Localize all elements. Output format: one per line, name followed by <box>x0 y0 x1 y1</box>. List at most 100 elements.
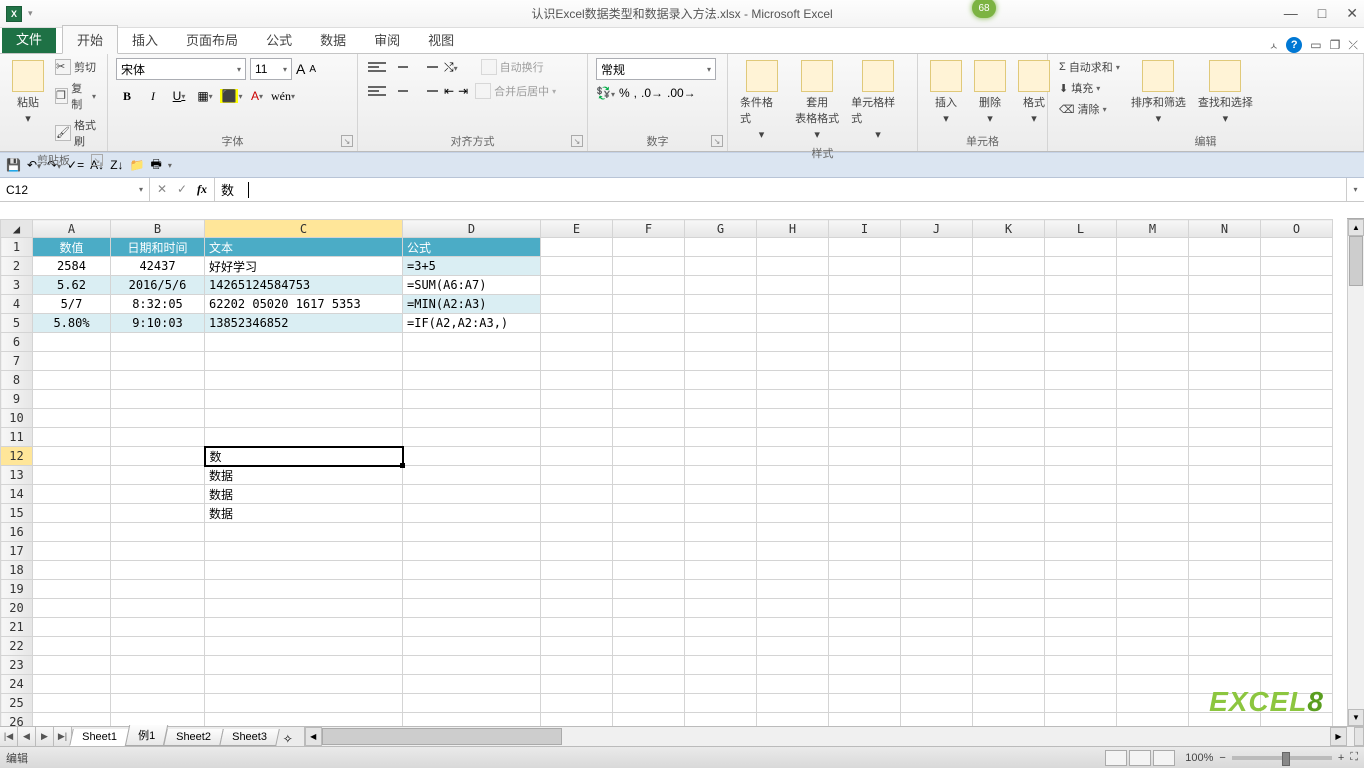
minimize-button[interactable]: — <box>1284 5 1298 22</box>
sheet-tab-4[interactable]: Sheet3 <box>219 729 279 746</box>
sheet-tab-1[interactable]: Sheet1 <box>69 729 129 746</box>
row-header[interactable]: 8 <box>1 371 33 390</box>
copy-button[interactable]: ❐复制▾ <box>52 79 99 113</box>
row-header[interactable]: 6 <box>1 333 33 352</box>
col-header-N[interactable]: N <box>1189 220 1261 238</box>
col-header-E[interactable]: E <box>541 220 613 238</box>
col-header-K[interactable]: K <box>973 220 1045 238</box>
col-header-I[interactable]: I <box>829 220 901 238</box>
col-header-A[interactable]: A <box>33 220 111 238</box>
sheet-nav-prev[interactable]: ◀ <box>18 727 36 746</box>
sort-desc-icon[interactable]: Z↓ <box>110 158 123 172</box>
app-icon[interactable]: X <box>6 6 22 22</box>
view-page-break-button[interactable] <box>1153 750 1175 766</box>
scroll-right-icon[interactable]: ▶ <box>1330 727 1347 746</box>
col-header-J[interactable]: J <box>901 220 973 238</box>
col-header-B[interactable]: B <box>111 220 205 238</box>
cancel-edit-icon[interactable]: ✕ <box>154 182 170 197</box>
merge-center-button[interactable]: 合并后居中▾ <box>472 82 559 100</box>
format-painter-button[interactable]: 🖌格式刷 <box>52 116 99 150</box>
qat-customize-icon[interactable]: ▾ <box>168 161 172 170</box>
row-header[interactable]: 3 <box>1 276 33 295</box>
scroll-left-icon[interactable]: ◀ <box>305 727 322 746</box>
minimize-ribbon-icon[interactable]: ㅅ <box>1269 38 1278 53</box>
row-header[interactable]: 18 <box>1 561 33 580</box>
orientation-button[interactable]: ⤭▾ <box>444 60 458 75</box>
zoom-in-button[interactable]: + <box>1338 752 1344 764</box>
format-as-table-button[interactable]: 套用 表格格式▾ <box>791 58 843 143</box>
align-top-button[interactable] <box>366 58 388 76</box>
col-header-F[interactable]: F <box>613 220 685 238</box>
cell[interactable]: =MIN(A2:A3) <box>403 295 541 314</box>
row-header[interactable]: 22 <box>1 637 33 656</box>
cell[interactable]: 42437 <box>111 257 205 276</box>
view-page-layout-button[interactable] <box>1129 750 1151 766</box>
tab-split-handle[interactable] <box>1354 727 1364 746</box>
sheet-nav-next[interactable]: ▶ <box>36 727 54 746</box>
clear-button[interactable]: ⌫清除▾ <box>1056 100 1123 118</box>
row-header[interactable]: 17 <box>1 542 33 561</box>
cell[interactable]: 好好学习 <box>205 257 403 276</box>
col-header-L[interactable]: L <box>1045 220 1117 238</box>
cell[interactable]: 数值 <box>33 238 111 257</box>
cell[interactable]: 62202 05020 1617 5353 <box>205 295 403 314</box>
increase-indent-button[interactable]: ⇥ <box>458 84 468 98</box>
insert-function-icon[interactable]: fx <box>194 182 210 197</box>
tab-insert[interactable]: 插入 <box>118 26 172 53</box>
cell[interactable]: =SUM(A6:A7) <box>403 276 541 295</box>
cell[interactable]: 5.80% <box>33 314 111 333</box>
row-header[interactable]: 4 <box>1 295 33 314</box>
hscroll-thumb[interactable] <box>322 728 562 745</box>
cell[interactable]: 14265124584753 <box>205 276 403 295</box>
font-size-combo[interactable]: 11▾ <box>250 58 292 80</box>
underline-button[interactable]: U▾ <box>168 86 190 106</box>
row-header[interactable]: 11 <box>1 428 33 447</box>
cut-button[interactable]: ✂剪切 <box>52 58 99 76</box>
align-bottom-button[interactable] <box>418 58 440 76</box>
row-header[interactable]: 19 <box>1 580 33 599</box>
sheet-nav-first[interactable]: |◀ <box>0 727 18 746</box>
column-headers[interactable]: ◢ A B C D E F G H I J K L M N O <box>1 220 1333 238</box>
italic-button[interactable]: I <box>142 86 164 106</box>
cell[interactable]: 2016/5/6 <box>111 276 205 295</box>
cell[interactable]: =IF(A2,A2:A3,) <box>403 314 541 333</box>
sort-filter-button[interactable]: 排序和筛选▾ <box>1127 58 1190 127</box>
spreadsheet-grid[interactable]: ◢ A B C D E F G H I J K L M N O 1 数值 日期和… <box>0 219 1364 726</box>
close-button[interactable]: ✕ <box>1346 5 1358 22</box>
cell[interactable]: 13852346852 <box>205 314 403 333</box>
row-header[interactable]: 7 <box>1 352 33 371</box>
cell[interactable]: 2584 <box>33 257 111 276</box>
row-header[interactable]: 13 <box>1 466 33 485</box>
cell[interactable] <box>541 238 613 257</box>
row-header[interactable]: 23 <box>1 656 33 675</box>
conditional-format-button[interactable]: 条件格式▾ <box>736 58 787 143</box>
formula-input[interactable]: 数 <box>215 178 1346 201</box>
zoom-fullscreen-icon[interactable]: ⛶ <box>1350 751 1358 764</box>
cell[interactable]: 数据 <box>205 466 403 485</box>
restore-workbook-icon[interactable]: ❐ <box>1330 38 1341 52</box>
tab-review[interactable]: 审阅 <box>360 26 414 53</box>
cell[interactable]: 5/7 <box>33 295 111 314</box>
cell[interactable]: 数据 <box>205 504 403 523</box>
row-header[interactable]: 25 <box>1 694 33 713</box>
zoom-level[interactable]: 100% <box>1185 752 1213 764</box>
qat-print-icon[interactable]: 🖶 <box>150 155 161 176</box>
find-select-button[interactable]: 查找和选择▾ <box>1194 58 1257 127</box>
maximize-button[interactable]: □ <box>1318 5 1326 22</box>
close-workbook-icon[interactable]: ⤫ <box>1348 38 1358 53</box>
horizontal-scrollbar[interactable]: ◀ ▶ <box>304 727 1364 746</box>
clipboard-launcher[interactable]: ↘ <box>91 154 103 166</box>
align-center-button[interactable] <box>392 82 414 100</box>
col-header-C[interactable]: C <box>205 220 403 238</box>
wrap-text-button[interactable]: 自动换行 <box>478 58 547 76</box>
qat-open-icon[interactable]: 📁 <box>130 158 145 172</box>
number-launcher[interactable]: ↘ <box>711 135 723 147</box>
tab-file[interactable]: 文件 <box>2 24 56 53</box>
row-header[interactable]: 21 <box>1 618 33 637</box>
cell[interactable]: 数据 <box>205 485 403 504</box>
cell[interactable]: 日期和时间 <box>111 238 205 257</box>
tab-home[interactable]: 开始 <box>62 25 118 54</box>
cell[interactable]: 文本 <box>205 238 403 257</box>
vertical-scrollbar[interactable]: ▲ ▼ <box>1347 219 1364 726</box>
cell[interactable]: =3+5 <box>403 257 541 276</box>
